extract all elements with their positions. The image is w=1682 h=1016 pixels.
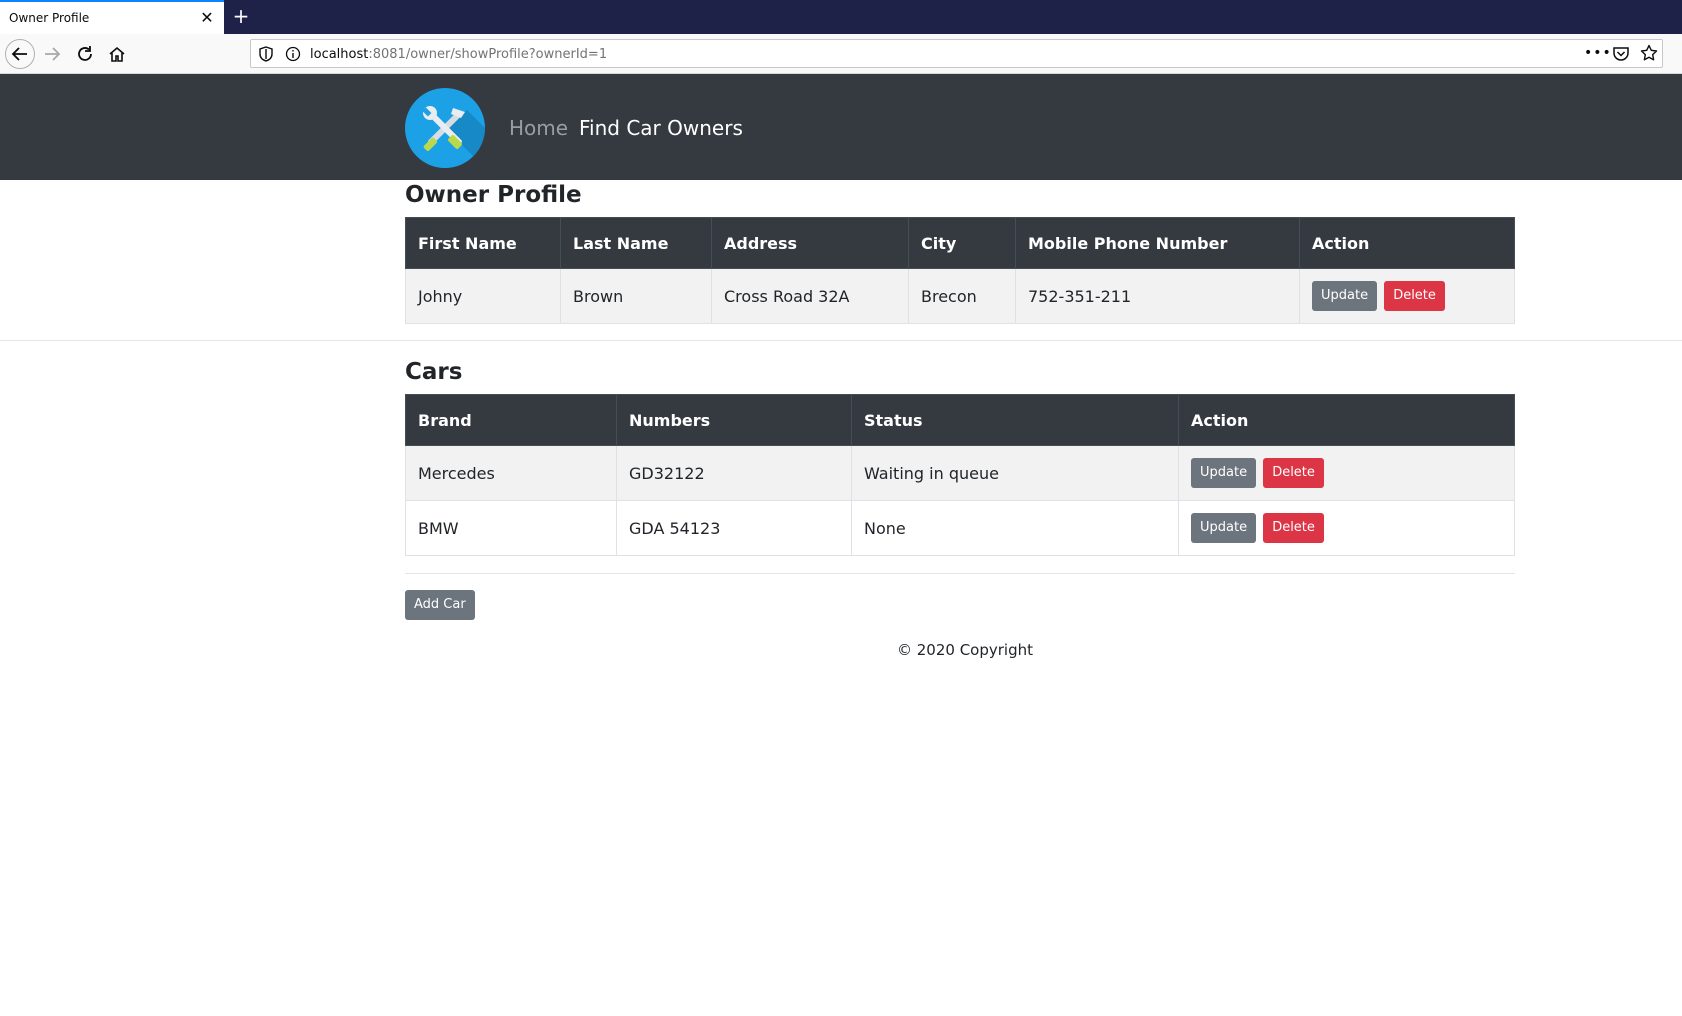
browser-tab[interactable]: Owner Profile ✕ <box>0 0 224 34</box>
column-header: Address <box>711 217 909 269</box>
footer-copyright: © 2020 Copyright <box>897 641 1034 659</box>
reload-icon <box>78 46 92 61</box>
reload-button[interactable] <box>70 39 100 69</box>
close-tab-icon[interactable]: ✕ <box>199 8 215 28</box>
home-button[interactable] <box>102 39 132 69</box>
browser-toolbar: localhost:8081/owner/showProfile?ownerId… <box>0 34 1682 74</box>
column-header: Numbers <box>616 394 852 446</box>
action-cell: Update Delete <box>1299 268 1515 324</box>
table-header-row: First Name Last Name Address City Mobile… <box>405 217 1515 269</box>
site-navbar: Home Find Car Owners <box>0 74 1682 180</box>
delete-owner-button[interactable]: Delete <box>1384 281 1445 311</box>
column-header: City <box>908 217 1016 269</box>
nav-link-find-car-owners[interactable]: Find Car Owners <box>579 116 743 140</box>
city-cell: Brecon <box>908 268 1016 324</box>
owner-profile-title: Owner Profile <box>405 182 582 208</box>
info-icon[interactable] <box>285 46 301 62</box>
numbers-cell: GDA 54123 <box>616 500 852 556</box>
table-header-row: Brand Numbers Status Action <box>405 394 1515 446</box>
update-owner-button[interactable]: Update <box>1312 281 1378 311</box>
nav-link-home[interactable]: Home <box>509 116 568 140</box>
column-header: Brand <box>405 394 617 446</box>
action-cell: Update Delete <box>1178 500 1515 556</box>
pocket-icon[interactable] <box>1612 45 1630 63</box>
brand-cell: Mercedes <box>405 445 617 501</box>
tab-title: Owner Profile <box>9 11 90 25</box>
update-car-button[interactable]: Update <box>1191 458 1257 488</box>
column-header: Status <box>851 394 1179 446</box>
bookmark-star-icon[interactable] <box>1640 44 1658 62</box>
owner-table: First Name Last Name Address City Mobile… <box>405 217 1515 324</box>
column-header: Mobile Phone Number <box>1015 217 1300 269</box>
last-name-cell: Brown <box>560 268 712 324</box>
table-row: Johny Brown Cross Road 32A Brecon 752-35… <box>405 268 1515 324</box>
status-cell: None <box>851 500 1179 556</box>
column-header: Last Name <box>560 217 712 269</box>
numbers-cell: GD32122 <box>616 445 852 501</box>
table-row: Mercedes GD32122 Waiting in queue Update… <box>405 445 1515 501</box>
first-name-cell: Johny <box>405 268 561 324</box>
cars-table: Brand Numbers Status Action Mercedes GD3… <box>405 394 1515 556</box>
content-divider <box>405 573 1515 574</box>
table-row: BMW GDA 54123 None Update Delete <box>405 500 1515 556</box>
back-button[interactable] <box>5 39 35 69</box>
url-text[interactable]: localhost:8081/owner/showProfile?ownerId… <box>310 47 607 62</box>
status-cell: Waiting in queue <box>851 445 1179 501</box>
column-header: First Name <box>405 217 561 269</box>
forward-button[interactable] <box>37 39 67 69</box>
delete-car-button[interactable]: Delete <box>1263 513 1324 543</box>
url-path: :8081/owner/showProfile?ownerId=1 <box>368 47 608 62</box>
delete-car-button[interactable]: Delete <box>1263 458 1324 488</box>
cars-title: Cars <box>405 359 463 385</box>
add-car-button[interactable]: Add Car <box>405 590 475 620</box>
home-icon <box>109 46 125 62</box>
arrow-left-icon <box>11 47 27 61</box>
phone-cell: 752-351-211 <box>1015 268 1300 324</box>
section-divider <box>0 340 1682 341</box>
column-header: Action <box>1299 217 1515 269</box>
address-cell: Cross Road 32A <box>711 268 909 324</box>
browser-tab-strip: Owner Profile ✕ + <box>0 0 1682 34</box>
shield-icon[interactable] <box>258 46 274 62</box>
tools-logo-icon[interactable] <box>405 88 485 168</box>
new-tab-icon[interactable]: + <box>231 4 251 28</box>
more-actions-icon[interactable]: ••• <box>1584 45 1611 63</box>
action-cell: Update Delete <box>1178 445 1515 501</box>
brand-cell: BMW <box>405 500 617 556</box>
arrow-right-icon <box>45 47 61 61</box>
update-car-button[interactable]: Update <box>1191 513 1257 543</box>
url-host: localhost <box>310 47 369 62</box>
address-bar[interactable]: localhost:8081/owner/showProfile?ownerId… <box>250 39 1663 68</box>
column-header: Action <box>1178 394 1515 446</box>
